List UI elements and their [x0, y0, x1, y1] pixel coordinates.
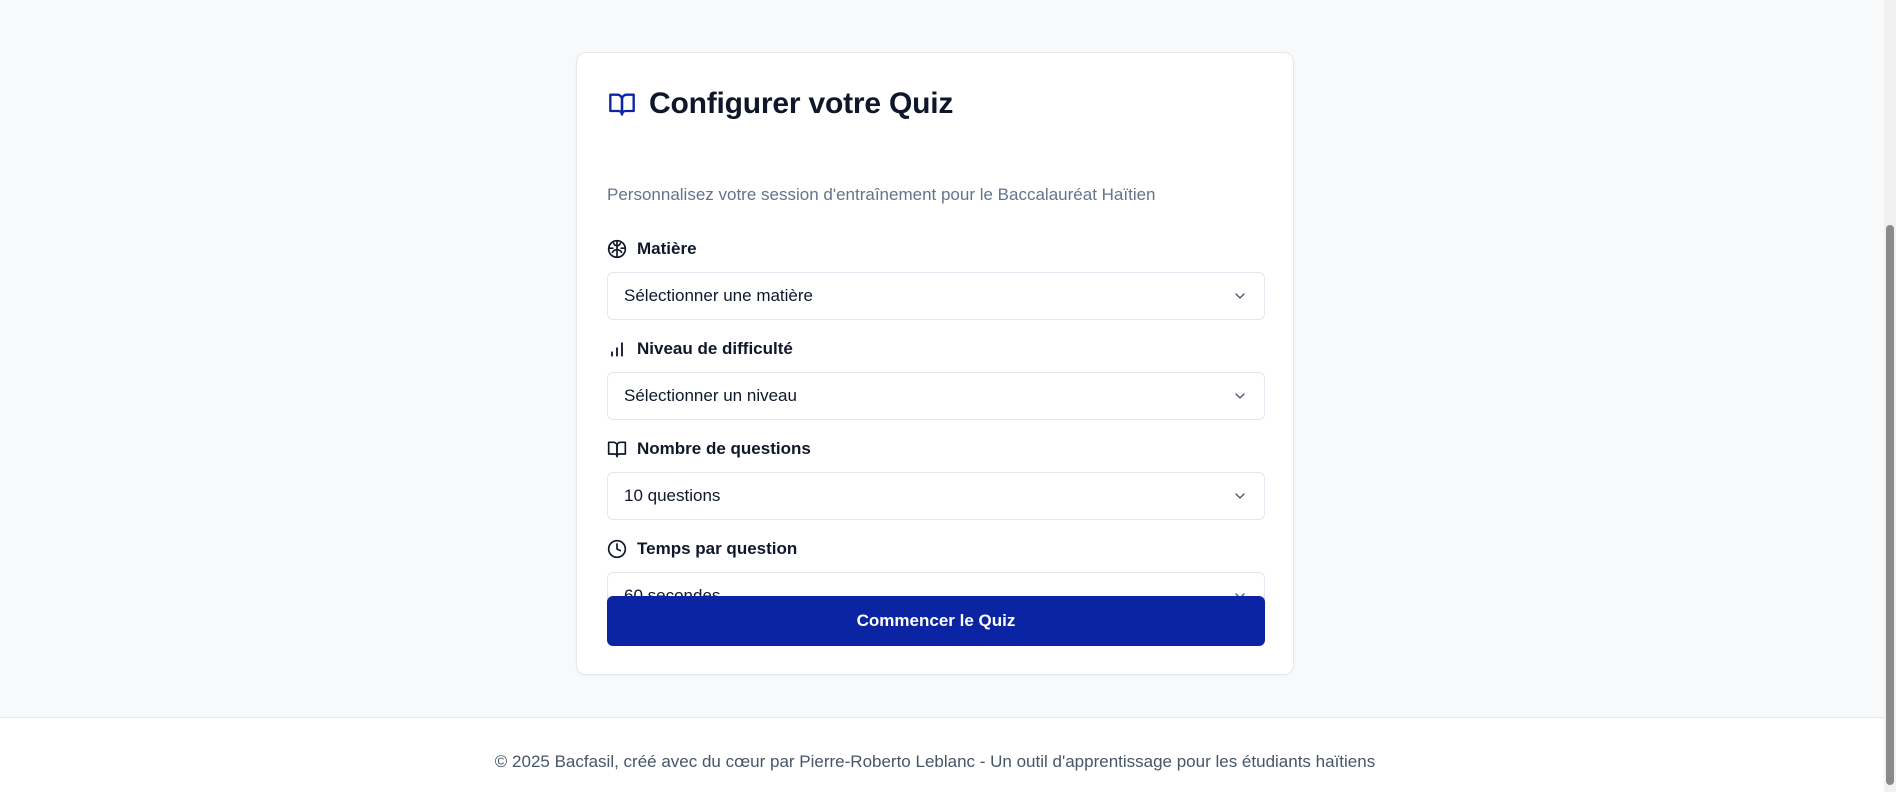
time-per-question-label-text: Temps par question [637, 539, 798, 558]
difficulty-label: Niveau de difficulté [607, 338, 1265, 360]
question-count-select[interactable]: 10 questions [607, 472, 1265, 520]
footer-text: © 2025 Bacfasil, créé avec du cœur par P… [494, 752, 1376, 771]
subject-select-value: Sélectionner une matière [624, 286, 814, 305]
scrollbar-thumb[interactable] [1886, 225, 1894, 785]
subject-select[interactable]: Sélectionner une matière [607, 272, 1265, 320]
signal-bars-icon [607, 339, 627, 359]
subject-field: Matière Sélectionner une matière [607, 238, 1265, 320]
book-open-icon [607, 439, 627, 459]
difficulty-field: Niveau de difficulté Sélectionner un niv… [607, 338, 1265, 420]
start-quiz-button[interactable]: Commencer le Quiz [607, 596, 1265, 646]
difficulty-label-text: Niveau de difficulté [637, 339, 793, 358]
book-open-icon [607, 90, 637, 118]
time-per-question-label: Temps par question [607, 538, 1265, 560]
question-count-select-value: 10 questions [624, 486, 721, 505]
subject-label-text: Matière [637, 239, 697, 258]
question-count-field: Nombre de questions 10 questions [607, 438, 1265, 520]
page-title: Configurer votre Quiz [649, 87, 954, 120]
card-header: Configurer votre Quiz [607, 87, 953, 121]
footer: © 2025 Bacfasil, créé avec du cœur par P… [0, 717, 1896, 792]
chevron-down-icon [1232, 488, 1248, 504]
chevron-down-icon [1232, 288, 1248, 304]
main-content: Configurer votre Quiz Personnalisez votr… [0, 0, 1896, 717]
question-count-label: Nombre de questions [607, 438, 1265, 460]
difficulty-select[interactable]: Sélectionner un niveau [607, 372, 1265, 420]
vertical-scrollbar[interactable] [1884, 0, 1896, 792]
subject-label: Matière [607, 238, 1265, 260]
question-count-label-text: Nombre de questions [637, 439, 811, 458]
quiz-config-card: Configurer votre Quiz Personnalisez votr… [576, 52, 1294, 675]
brain-icon [607, 239, 627, 259]
page: Configurer votre Quiz Personnalisez votr… [0, 0, 1896, 792]
chevron-down-icon [1232, 388, 1248, 404]
difficulty-select-value: Sélectionner un niveau [624, 386, 797, 405]
page-subtitle: Personnalisez votre session d'entraîneme… [607, 185, 1156, 204]
clock-icon [607, 539, 627, 559]
